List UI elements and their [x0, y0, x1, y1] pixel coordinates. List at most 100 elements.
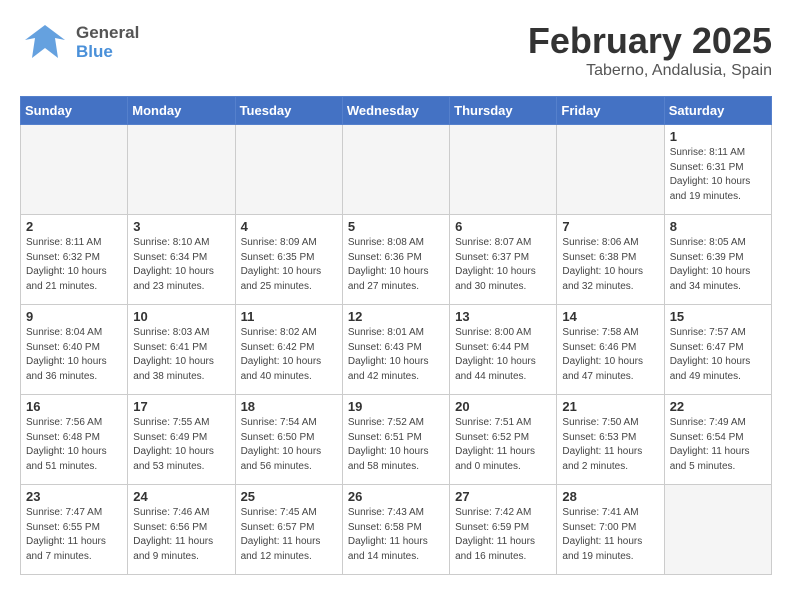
calendar-table: SundayMondayTuesdayWednesdayThursdayFrid… — [20, 96, 772, 575]
day-number: 26 — [348, 489, 444, 504]
calendar-cell: 23 Sunrise: 7:47 AM Sunset: 6:55 PM Dayli… — [21, 485, 128, 575]
day-info: Sunrise: 7:57 AM Sunset: 6:47 PM Dayligh… — [670, 326, 766, 384]
logo-text: General Blue — [76, 24, 139, 61]
calendar-cell: 15 Sunrise: 7:57 AM Sunset: 6:47 PM Dayli… — [664, 305, 771, 395]
day-number: 6 — [455, 219, 551, 234]
day-number: 3 — [133, 219, 229, 234]
calendar-cell: 3 Sunrise: 8:10 AM Sunset: 6:34 PM Daylig… — [128, 215, 235, 305]
calendar-title: February 2025 — [528, 20, 772, 62]
day-info: Sunrise: 8:04 AM Sunset: 6:40 PM Dayligh… — [26, 326, 122, 384]
day-info: Sunrise: 8:11 AM Sunset: 6:31 PM Dayligh… — [670, 146, 766, 204]
calendar-cell: 8 Sunrise: 8:05 AM Sunset: 6:39 PM Daylig… — [664, 215, 771, 305]
day-info: Sunrise: 7:50 AM Sunset: 6:53 PM Dayligh… — [562, 416, 658, 474]
calendar-cell: 16 Sunrise: 7:56 AM Sunset: 6:48 PM Dayli… — [21, 395, 128, 485]
day-number: 10 — [133, 309, 229, 324]
weekday-header-row: SundayMondayTuesdayWednesdayThursdayFrid… — [21, 97, 772, 125]
day-number: 14 — [562, 309, 658, 324]
day-info: Sunrise: 8:10 AM Sunset: 6:34 PM Dayligh… — [133, 236, 229, 294]
calendar-cell: 24 Sunrise: 7:46 AM Sunset: 6:56 PM Dayli… — [128, 485, 235, 575]
day-number: 7 — [562, 219, 658, 234]
logo: General Blue — [20, 20, 139, 65]
calendar-cell: 2Sunrise: 8:11 AM Sunset: 6:32 PM Daylig… — [21, 215, 128, 305]
weekday-header-monday: Monday — [128, 97, 235, 125]
day-number: 28 — [562, 489, 658, 504]
calendar-cell — [664, 485, 771, 575]
weekday-header-saturday: Saturday — [664, 97, 771, 125]
day-info: Sunrise: 8:06 AM Sunset: 6:38 PM Dayligh… — [562, 236, 658, 294]
day-number: 11 — [241, 309, 337, 324]
day-info: Sunrise: 7:56 AM Sunset: 6:48 PM Dayligh… — [26, 416, 122, 474]
day-info: Sunrise: 8:02 AM Sunset: 6:42 PM Dayligh… — [241, 326, 337, 384]
day-info: Sunrise: 8:09 AM Sunset: 6:35 PM Dayligh… — [241, 236, 337, 294]
calendar-cell: 11 Sunrise: 8:02 AM Sunset: 6:42 PM Dayli… — [235, 305, 342, 395]
day-info: Sunrise: 8:03 AM Sunset: 6:41 PM Dayligh… — [133, 326, 229, 384]
day-info: Sunrise: 7:52 AM Sunset: 6:51 PM Dayligh… — [348, 416, 444, 474]
calendar-cell: 14Sunrise: 7:58 AM Sunset: 6:46 PM Dayli… — [557, 305, 664, 395]
calendar-cell: 25 Sunrise: 7:45 AM Sunset: 6:57 PM Dayli… — [235, 485, 342, 575]
day-number: 4 — [241, 219, 337, 234]
calendar-cell: 18 Sunrise: 7:54 AM Sunset: 6:50 PM Dayli… — [235, 395, 342, 485]
day-number: 1 — [670, 129, 766, 144]
calendar-cell: 27Sunrise: 7:42 AM Sunset: 6:59 PM Dayli… — [450, 485, 557, 575]
weekday-header-friday: Friday — [557, 97, 664, 125]
day-number: 21 — [562, 399, 658, 414]
day-info: Sunrise: 7:49 AM Sunset: 6:54 PM Dayligh… — [670, 416, 766, 474]
calendar-cell — [21, 125, 128, 215]
calendar-cell: 22 Sunrise: 7:49 AM Sunset: 6:54 PM Dayli… — [664, 395, 771, 485]
calendar-cell: 7 Sunrise: 8:06 AM Sunset: 6:38 PM Daylig… — [557, 215, 664, 305]
day-number: 15 — [670, 309, 766, 324]
day-number: 20 — [455, 399, 551, 414]
calendar-cell: 9 Sunrise: 8:04 AM Sunset: 6:40 PM Daylig… — [21, 305, 128, 395]
logo-blue: Blue — [76, 43, 139, 62]
day-number: 19 — [348, 399, 444, 414]
calendar-cell: 17Sunrise: 7:55 AM Sunset: 6:49 PM Dayli… — [128, 395, 235, 485]
day-info: Sunrise: 8:08 AM Sunset: 6:36 PM Dayligh… — [348, 236, 444, 294]
week-row-3: 9 Sunrise: 8:04 AM Sunset: 6:40 PM Daylig… — [21, 305, 772, 395]
calendar-subtitle: Taberno, Andalusia, Spain — [528, 62, 772, 80]
day-info: Sunrise: 7:43 AM Sunset: 6:58 PM Dayligh… — [348, 506, 444, 564]
week-row-5: 23 Sunrise: 7:47 AM Sunset: 6:55 PM Dayli… — [21, 485, 772, 575]
calendar-cell: 12 Sunrise: 8:01 AM Sunset: 6:43 PM Dayli… — [342, 305, 449, 395]
calendar-cell — [557, 125, 664, 215]
calendar-cell — [235, 125, 342, 215]
day-info: Sunrise: 7:54 AM Sunset: 6:50 PM Dayligh… — [241, 416, 337, 474]
weekday-header-wednesday: Wednesday — [342, 97, 449, 125]
calendar-cell — [450, 125, 557, 215]
calendar-cell: 28 Sunrise: 7:41 AM Sunset: 7:00 PM Dayli… — [557, 485, 664, 575]
title-area: February 2025 Taberno, Andalusia, Spain — [528, 20, 772, 80]
day-number: 23 — [26, 489, 122, 504]
day-info: Sunrise: 7:45 AM Sunset: 6:57 PM Dayligh… — [241, 506, 337, 564]
week-row-1: 1 Sunrise: 8:11 AM Sunset: 6:31 PM Daylig… — [21, 125, 772, 215]
calendar-cell: 6 Sunrise: 8:07 AM Sunset: 6:37 PM Daylig… — [450, 215, 557, 305]
day-number: 25 — [241, 489, 337, 504]
calendar-cell: 20 Sunrise: 7:51 AM Sunset: 6:52 PM Dayli… — [450, 395, 557, 485]
logo-mark — [20, 20, 70, 65]
day-number: 24 — [133, 489, 229, 504]
calendar-cell: 21 Sunrise: 7:50 AM Sunset: 6:53 PM Dayli… — [557, 395, 664, 485]
calendar-cell: 10 Sunrise: 8:03 AM Sunset: 6:41 PM Dayli… — [128, 305, 235, 395]
calendar-cell: 1 Sunrise: 8:11 AM Sunset: 6:31 PM Daylig… — [664, 125, 771, 215]
day-info: Sunrise: 7:47 AM Sunset: 6:55 PM Dayligh… — [26, 506, 122, 564]
day-number: 18 — [241, 399, 337, 414]
weekday-header-thursday: Thursday — [450, 97, 557, 125]
day-info: Sunrise: 7:41 AM Sunset: 7:00 PM Dayligh… — [562, 506, 658, 564]
day-number: 9 — [26, 309, 122, 324]
day-info: Sunrise: 8:07 AM Sunset: 6:37 PM Dayligh… — [455, 236, 551, 294]
week-row-2: 2Sunrise: 8:11 AM Sunset: 6:32 PM Daylig… — [21, 215, 772, 305]
day-number: 16 — [26, 399, 122, 414]
calendar-cell — [342, 125, 449, 215]
day-number: 22 — [670, 399, 766, 414]
day-info: Sunrise: 8:01 AM Sunset: 6:43 PM Dayligh… — [348, 326, 444, 384]
day-info: Sunrise: 7:42 AM Sunset: 6:59 PM Dayligh… — [455, 506, 551, 564]
page-header: General Blue February 2025 Taberno, Anda… — [20, 20, 772, 80]
day-info: Sunrise: 7:46 AM Sunset: 6:56 PM Dayligh… — [133, 506, 229, 564]
weekday-header-tuesday: Tuesday — [235, 97, 342, 125]
day-number: 5 — [348, 219, 444, 234]
day-number: 12 — [348, 309, 444, 324]
calendar-cell: 26 Sunrise: 7:43 AM Sunset: 6:58 PM Dayli… — [342, 485, 449, 575]
calendar-cell — [128, 125, 235, 215]
day-info: Sunrise: 8:05 AM Sunset: 6:39 PM Dayligh… — [670, 236, 766, 294]
day-info: Sunrise: 7:51 AM Sunset: 6:52 PM Dayligh… — [455, 416, 551, 474]
day-number: 8 — [670, 219, 766, 234]
day-number: 17 — [133, 399, 229, 414]
